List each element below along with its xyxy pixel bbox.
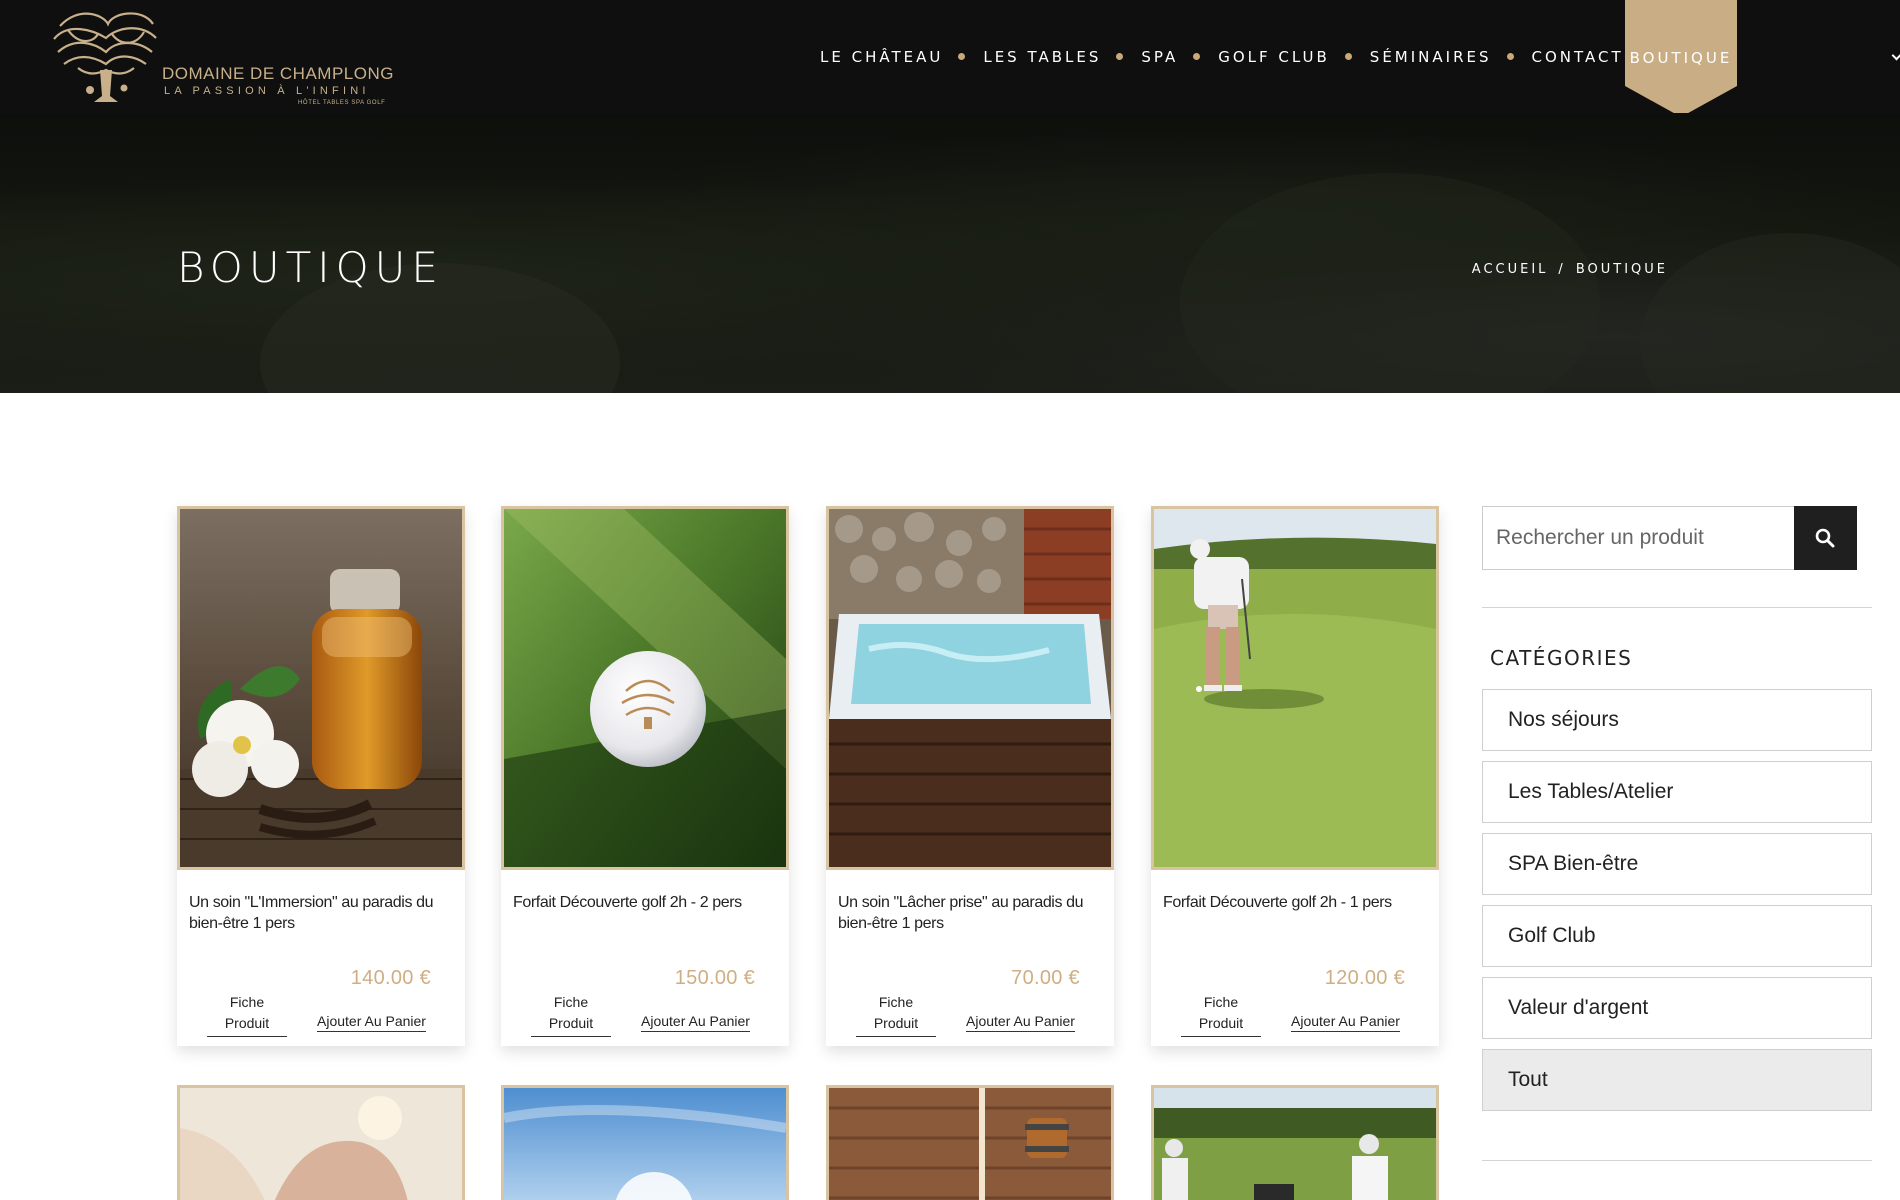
breadcrumb-current: BOUTIQUE [1575,262,1668,277]
nav-contact[interactable]: CONTACT [1532,48,1624,66]
logo-subline: HÔTEL TABLES SPA GOLF [298,100,386,106]
main-menu: LE CHÂTEAU LES TABLES SPA GOLF CLUB SÉMI… [820,0,1664,113]
product-card: Un soin "Lâcher prise" au paradis du bie… [826,506,1114,1046]
product-card: Forfait Découverte golf 2h - 1 pers 120.… [1151,506,1439,1046]
category-nos-sejours[interactable]: Nos séjours [1482,689,1872,751]
logo-brand-name: DOMAINE DE CHAMPLONG [162,64,394,83]
breadcrumb-separator: / [1558,262,1566,277]
categories-heading: CATÉGORIES [1490,646,1633,670]
nav-les-tables[interactable]: LES TABLES [983,48,1101,66]
product-image-jacuzzi[interactable] [826,506,1114,870]
category-spa-bien-etre[interactable]: SPA Bien-être [1482,833,1872,895]
product-image-oil-flower[interactable] [177,506,465,870]
nav-le-chateau[interactable]: LE CHÂTEAU [820,48,943,66]
tree-logo-icon [53,12,157,102]
nav-separator-dot [1344,53,1352,60]
breadcrumb: ACCUEIL / BOUTIQUE [1472,262,1668,277]
product-search [1482,506,1857,570]
category-tout[interactable]: Tout [1482,1049,1872,1111]
nav-boutique-active[interactable]: BOUTIQUE [1625,0,1737,117]
category-les-tables-atelier[interactable]: Les Tables/Atelier [1482,761,1872,823]
product-price: 140.00 € [350,967,431,989]
search-button[interactable] [1794,506,1857,570]
site-logo[interactable]: DOMAINE DE CHAMPLONG LA PASSION À L'INFI… [48,4,393,114]
product-price: 120.00 € [1324,967,1405,989]
product-price: 150.00 € [674,967,755,989]
product-title[interactable]: Forfait Découverte golf 2h - 2 pers [513,892,777,913]
product-title[interactable]: Un soin "L'Immersion" au paradis du bien… [189,892,453,934]
product-price: 70.00 € [1011,967,1080,989]
product-details-link[interactable]: Fiche Produit [1181,992,1261,1037]
product-card [1151,1085,1439,1200]
sidebar-divider [1482,607,1872,608]
product-title[interactable]: Un soin "Lâcher prise" au paradis du bie… [838,892,1102,934]
product-details-link[interactable]: Fiche Produit [207,992,287,1037]
nav-golf-club[interactable]: GOLF CLUB [1218,48,1330,66]
page-title: BOUTIQUE [177,243,444,292]
nav-separator-dot [958,53,966,60]
hero-background-texture [1640,233,1900,393]
product-details-link[interactable]: Fiche Produit [531,992,611,1037]
category-golf-club[interactable]: Golf Club [1482,905,1872,967]
product-image-sky[interactable] [501,1085,789,1200]
nav-boutique-label: BOUTIQUE [1629,49,1733,67]
nav-separator-dot [1193,53,1201,60]
product-image-massage[interactable] [177,1085,465,1200]
add-to-cart-link[interactable]: Ajouter Au Panier [317,1013,426,1032]
add-to-cart-link[interactable]: Ajouter Au Panier [641,1013,750,1032]
product-title[interactable]: Forfait Découverte golf 2h - 1 pers [1163,892,1427,913]
product-card [177,1085,465,1200]
search-input[interactable] [1483,507,1793,569]
product-image-golf-ball[interactable] [501,506,789,870]
sidebar-divider [1482,1160,1872,1161]
product-card: Forfait Découverte golf 2h - 2 pers 150.… [501,506,789,1046]
nav-separator-dot [1116,53,1124,60]
nav-spa[interactable]: SPA [1141,48,1178,66]
nav-separator-dot [1506,53,1514,60]
nav-seminaires[interactable]: SÉMINAIRES [1370,48,1492,66]
product-card: Un soin "L'Immersion" au paradis du bien… [177,506,465,1046]
logo-tagline: LA PASSION À L'INFINI [164,85,370,97]
add-to-cart-link[interactable]: Ajouter Au Panier [966,1013,1075,1032]
search-icon [1815,528,1835,548]
product-card [826,1085,1114,1200]
product-image-sauna[interactable] [826,1085,1114,1200]
product-image-golfers[interactable] [1151,1085,1439,1200]
chevron-left-icon[interactable] [1891,50,1900,61]
page-hero-banner: BOUTIQUE ACCUEIL / BOUTIQUE [0,113,1900,393]
product-details-link[interactable]: Fiche Produit [856,992,936,1037]
category-valeur-d-argent[interactable]: Valeur d'argent [1482,977,1872,1039]
product-card [501,1085,789,1200]
add-to-cart-link[interactable]: Ajouter Au Panier [1291,1013,1400,1032]
top-navigation-bar: DOMAINE DE CHAMPLONG LA PASSION À L'INFI… [0,0,1900,117]
product-image-golfer-putting[interactable] [1151,506,1439,870]
hero-background-texture [1180,173,1600,393]
breadcrumb-home-link[interactable]: ACCUEIL [1472,262,1549,277]
